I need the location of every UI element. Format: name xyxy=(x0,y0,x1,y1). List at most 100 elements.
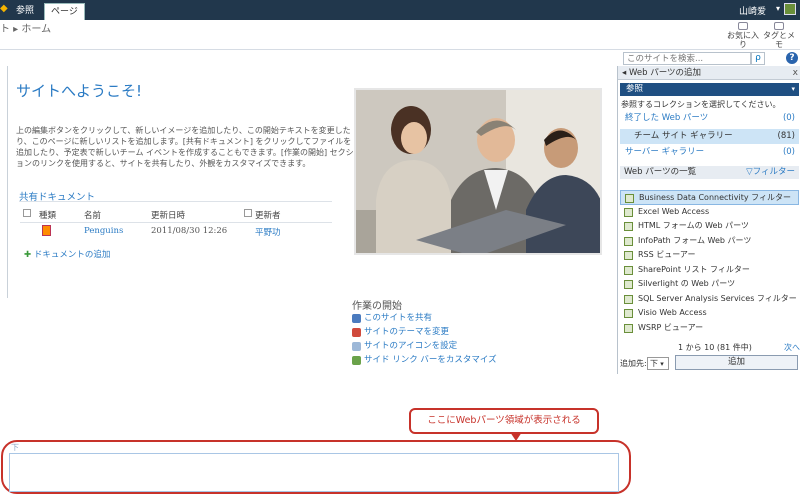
web-part-zone[interactable] xyxy=(9,453,619,492)
column-modified[interactable]: 更新日時 xyxy=(151,209,185,221)
pager-text: 1 から 10 (81 件中) xyxy=(678,343,752,352)
customize-quick-launch-link[interactable]: サイド リンク バーをカスタマイズ xyxy=(352,354,497,368)
page-header: ト ▸ ホーム お気に入 り タグとメ モ xyxy=(0,20,800,50)
web-part-zone-callout: ここにWebパーツ領域が表示される xyxy=(409,408,599,434)
close-icon[interactable]: x xyxy=(793,66,798,80)
excel-icon xyxy=(624,207,633,217)
panel-header: ◂ Web パーツの追加 x xyxy=(618,66,800,80)
add-button[interactable]: 追加 xyxy=(675,355,798,370)
document-modified: 2011/08/30 12:26 xyxy=(151,226,228,236)
gallery-name: サーバー ギャラリー xyxy=(625,147,705,157)
web-part-list: Business Data Connectivity フィルター Excel W… xyxy=(620,190,799,335)
getting-started-title: 作業の開始 xyxy=(352,301,402,312)
page-title: サイトへようこそ! xyxy=(16,82,143,100)
site-icon-icon xyxy=(352,342,361,351)
silverlight-icon xyxy=(624,280,633,289)
web-part-label: RSS ビューアー xyxy=(638,250,696,259)
intro-text: 上の編集ボタンをクリックして、新しいイメージを追加したり、この開始テキストを変更… xyxy=(16,126,354,168)
image-file-icon xyxy=(42,225,51,236)
divider xyxy=(19,201,332,202)
tags-label: タグとメ xyxy=(763,31,795,40)
web-part-label: WSRP ビューアー xyxy=(638,322,704,332)
share-site-link[interactable]: このサイトを共有 xyxy=(352,312,497,326)
like-label-2: り xyxy=(739,40,747,49)
list-item[interactable]: SQL Server Analysis Services フィルター xyxy=(620,292,799,307)
table-row[interactable]: Penguins 2011/08/30 12:26 平野功 xyxy=(20,223,332,240)
tab-browse[interactable]: 参照 xyxy=(10,3,40,20)
web-part-label: Visio Web Access xyxy=(638,308,707,317)
gallery-count: (0) xyxy=(782,147,795,157)
list-item[interactable]: Visio Web Access xyxy=(620,306,799,321)
gallery-closed-web-parts[interactable]: 終了した Web パーツ (0) xyxy=(620,111,799,126)
theme-icon xyxy=(352,328,361,337)
share-icon xyxy=(352,314,361,323)
list-item[interactable]: Excel Web Access xyxy=(620,205,799,220)
add-to-select[interactable]: 下 ▾ xyxy=(647,357,669,370)
chevron-down-icon: ▾ xyxy=(791,85,795,93)
gallery-name: 終了した Web パーツ xyxy=(625,113,709,123)
collapse-icon[interactable]: ◂ xyxy=(622,68,629,78)
search-icon[interactable]: ρ xyxy=(751,52,765,65)
breadcrumb[interactable]: ト ▸ ホーム xyxy=(0,20,51,35)
site-actions-icon[interactable]: ◆ xyxy=(0,4,8,14)
left-nav-edge xyxy=(0,66,8,298)
visio-icon xyxy=(624,309,633,318)
chevron-down-icon: ▾ xyxy=(658,360,664,368)
gallery-count: (0) xyxy=(782,113,795,123)
browse-dropdown[interactable]: 参照 ▾ xyxy=(620,83,799,96)
search-row: ρ ? xyxy=(0,50,800,66)
help-icon[interactable]: ? xyxy=(786,52,798,64)
add-document-link[interactable]: ✚ ドキュメントの追加 xyxy=(24,248,110,260)
web-part-label: InfoPath フォーム Web パーツ xyxy=(638,235,752,245)
list-item[interactable]: WSRP ビューアー xyxy=(620,321,799,336)
documents-table: 種類 名前 更新日時 更新者 Penguins 2011/08/30 12:26… xyxy=(20,206,332,240)
web-part-label: Silverlight の Web パーツ xyxy=(638,279,736,288)
gallery-server[interactable]: サーバー ギャラリー (0) xyxy=(620,145,799,160)
tags-label-2: モ xyxy=(775,40,783,49)
plus-icon: ✚ xyxy=(24,250,32,260)
like-label: お気に入 xyxy=(727,31,759,40)
list-item[interactable]: SharePoint リスト フィルター xyxy=(620,263,799,278)
web-part-label: HTML フォームの Web パーツ xyxy=(638,221,749,230)
list-item[interactable]: Silverlight の Web パーツ xyxy=(620,277,799,292)
column-checkbox[interactable] xyxy=(244,209,252,220)
filter-link[interactable]: ▽フィルター xyxy=(746,166,795,179)
chevron-down-icon[interactable]: ▾ xyxy=(776,4,780,13)
column-type[interactable]: 種類 xyxy=(39,209,56,221)
select-all-checkbox[interactable] xyxy=(23,209,31,220)
tags-notes-button[interactable]: タグとメ モ xyxy=(762,22,796,49)
column-name[interactable]: 名前 xyxy=(84,209,101,221)
tab-page[interactable]: ページ xyxy=(44,3,85,20)
filter-label: フィルター xyxy=(752,167,795,177)
tag-icon xyxy=(774,22,784,30)
user-menu[interactable]: 山崎爱 xyxy=(739,4,766,17)
set-icon-label: サイトのアイコンを設定 xyxy=(364,341,458,351)
gallery-team-site[interactable]: チーム サイト ギャラリー (81) xyxy=(620,129,799,144)
list-item[interactable]: Business Data Connectivity フィルター xyxy=(620,190,799,205)
document-modified-by[interactable]: 平野功 xyxy=(255,226,281,238)
column-modified-by[interactable]: 更新者 xyxy=(255,209,281,221)
team-photo xyxy=(354,88,602,255)
web-part-label: SQL Server Analysis Services フィルター xyxy=(638,293,797,303)
document-name-link[interactable]: Penguins xyxy=(84,226,123,236)
next-page-link[interactable]: 次へ xyxy=(784,342,800,353)
web-part-list-title: Web パーツの一覧 xyxy=(624,167,697,177)
customize-quick-launch-label: サイド リンク バーをカスタマイズ xyxy=(364,355,497,365)
rss-icon xyxy=(624,251,633,260)
list-item[interactable]: RSS ビューアー xyxy=(620,248,799,263)
quick-launch-icon xyxy=(352,356,361,365)
change-theme-link[interactable]: サイトのテーマを変更 xyxy=(352,326,497,340)
list-item[interactable]: HTML フォームの Web パーツ xyxy=(620,219,799,234)
like-icon xyxy=(738,22,748,30)
notification-icon[interactable] xyxy=(784,3,796,15)
set-icon-link[interactable]: サイトのアイコンを設定 xyxy=(352,340,497,354)
people-photo-illustration xyxy=(356,90,600,253)
web-part-label: SharePoint リスト フィルター xyxy=(638,264,750,274)
add-document-label: ドキュメントの追加 xyxy=(33,250,111,260)
filter-icon xyxy=(624,294,633,304)
search-input[interactable] xyxy=(623,52,751,65)
list-item[interactable]: InfoPath フォーム Web パーツ xyxy=(620,234,799,249)
gallery-count: (81) xyxy=(777,131,795,141)
wsrp-icon xyxy=(624,323,633,333)
like-button[interactable]: お気に入 り xyxy=(726,22,760,49)
